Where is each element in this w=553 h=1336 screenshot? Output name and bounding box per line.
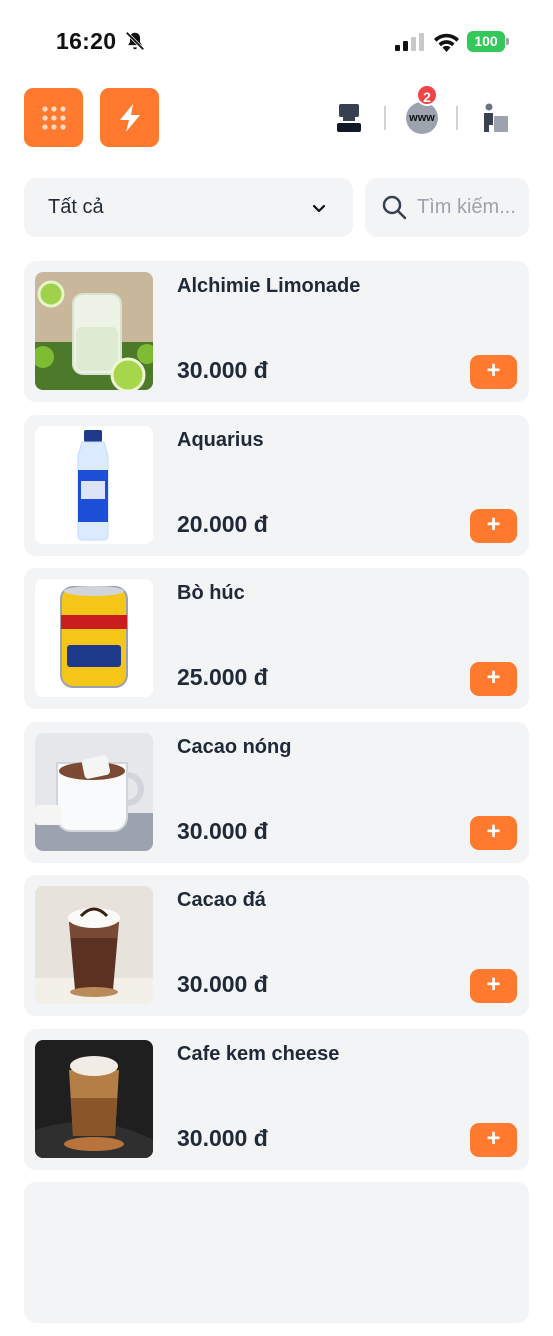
add-to-cart-button[interactable]: + [470,355,517,389]
redbull-can-image [35,579,153,697]
battery-level: 100 [467,31,505,52]
product-image [35,732,153,851]
product-price: 20.000 đ [177,510,268,537]
product-name: Cacao đá [177,889,266,911]
battery-indicator: 100 [467,31,509,52]
search-icon [382,195,407,220]
product-card[interactable]: Cacao đá 30.000 đ + [24,875,529,1016]
product-card[interactable]: Cacao nóng 30.000 đ + [24,721,529,863]
wifi-icon [434,33,459,52]
quick-action-button[interactable] [100,88,159,147]
battery-cap [506,38,509,45]
product-name: Cacao nóng [177,735,292,758]
product-image [35,886,153,1004]
iced-cocoa-image [35,886,153,1004]
product-price: 25.000 đ [177,664,268,690]
search-input[interactable] [417,192,521,222]
product-name: Alchimie Limonade [177,275,361,297]
grid-icon [41,105,66,130]
toolbar-divider [456,106,458,130]
product-price: 30.000 đ [177,971,268,997]
product-image [35,579,153,697]
product-price: 30.000 đ [177,1124,268,1151]
status-time: 16:20 [56,28,117,54]
cheese-coffee-image [35,1039,153,1158]
product-name: Cafe kem cheese [177,1042,340,1065]
top-toolbar: www 2 [0,84,553,150]
limonade-image [35,272,153,390]
product-name: Bò húc [177,582,245,604]
product-card[interactable]: Aquarius 20.000 đ + [24,414,529,556]
staff-desk-icon[interactable] [480,102,510,134]
product-card[interactable]: Bò húc 25.000 đ + [24,568,529,709]
add-to-cart-button[interactable]: + [470,969,517,1003]
product-name: Aquarius [177,428,264,451]
bell-off-icon [125,31,145,51]
product-image [35,425,153,544]
grid-menu-button[interactable] [24,88,83,147]
cellular-signal-icon [395,33,424,51]
add-to-cart-button[interactable]: + [470,508,517,543]
add-to-cart-button[interactable]: + [470,815,517,850]
add-to-cart-button[interactable]: + [470,662,517,696]
toolbar-divider [384,106,386,130]
category-selected-label: Tất cả [48,196,104,218]
aquarius-bottle-image [35,425,153,544]
product-card[interactable]: Alchimie Limonade 30.000 đ + [24,261,529,402]
status-bar: 16:20 100 [0,0,553,82]
notification-badge: 2 [416,84,438,106]
product-list: Alchimie Limonade 30.000 đ + Aquarius 20… [24,261,529,1336]
product-image [35,272,153,390]
product-price: 30.000 đ [177,357,268,383]
category-dropdown[interactable]: Tất cả [24,178,353,237]
hot-cocoa-image [35,732,153,851]
product-card[interactable]: Cafe kem cheese 30.000 đ + [24,1028,529,1170]
add-to-cart-button[interactable]: + [470,1122,517,1157]
product-card-partial[interactable] [24,1182,529,1323]
search-box[interactable] [365,178,529,237]
chevron-down-icon [312,204,326,213]
cash-register-icon[interactable] [334,102,364,134]
product-price: 30.000 đ [177,817,268,844]
product-image [35,1039,153,1158]
filter-row: Tất cả [24,178,529,237]
bolt-icon [119,103,140,132]
website-icon[interactable]: www [406,102,438,134]
